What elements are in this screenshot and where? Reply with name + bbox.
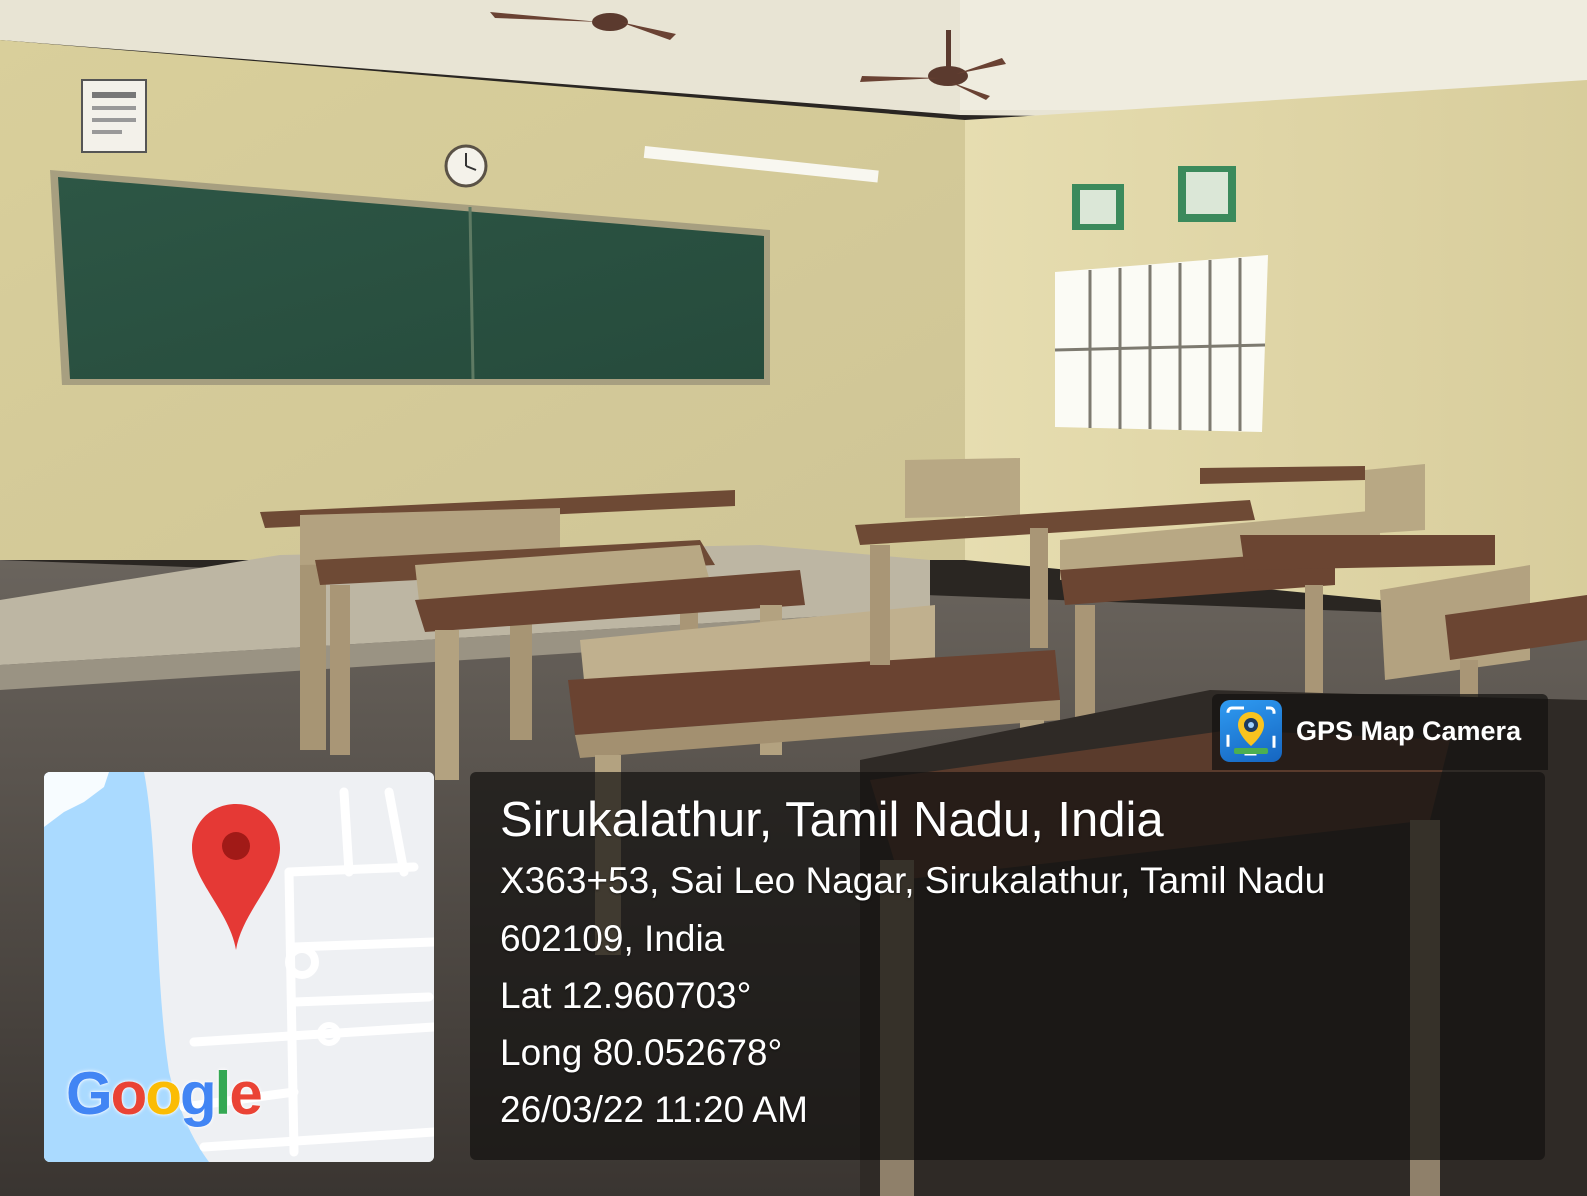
location-info-panel: Sirukalathur, Tamil Nadu, India X363+53,… xyxy=(470,772,1545,1160)
location-title: Sirukalathur, Tamil Nadu, India xyxy=(500,793,1164,847)
notice-chart xyxy=(81,79,147,153)
google-logo-letter: G xyxy=(66,1060,113,1127)
app-badge: GPS Map Camera xyxy=(1212,694,1548,770)
address-line-1: X363+53, Sai Leo Nagar, Sirukalathur, Ta… xyxy=(500,860,1326,901)
camera-location-icon xyxy=(1220,700,1282,762)
map-thumbnail: Google xyxy=(44,772,434,1162)
address-line-2: 602109, India xyxy=(500,918,725,959)
longitude-text: Long 80.052678° xyxy=(500,1032,783,1073)
app-name: GPS Map Camera xyxy=(1296,716,1522,746)
google-logo-letter: e xyxy=(229,1060,262,1127)
google-logo-letter: g xyxy=(179,1060,217,1127)
google-logo: Google xyxy=(66,1060,263,1127)
google-logo-letter: l xyxy=(214,1060,232,1127)
timestamp-text: 26/03/22 11:20 AM xyxy=(500,1089,808,1130)
window xyxy=(1055,255,1268,432)
google-logo-letter: o xyxy=(110,1060,148,1127)
google-logo-letter: o xyxy=(145,1060,182,1127)
map-pin-icon xyxy=(192,804,280,950)
latitude-text: Lat 12.960703° xyxy=(500,975,752,1016)
